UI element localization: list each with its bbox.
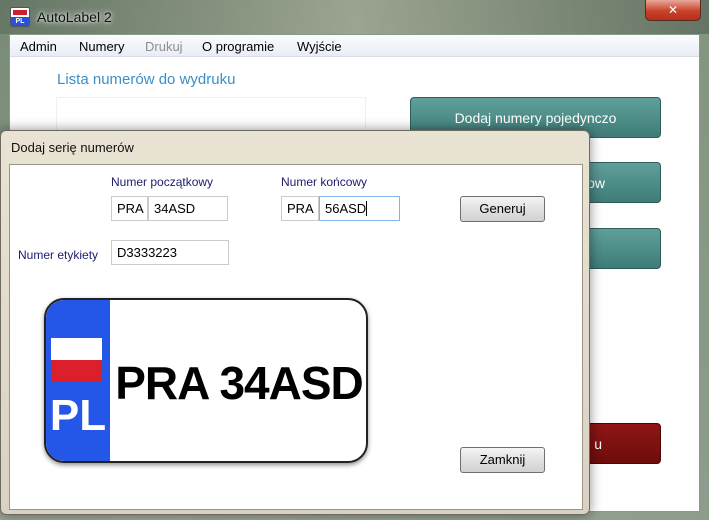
start-number-label: Numer początkowy xyxy=(111,175,214,189)
window-title: AutoLabel 2 xyxy=(37,9,112,25)
menu-drukuj[interactable]: Drukuj xyxy=(145,39,183,54)
label-number-label: Numer etykiety xyxy=(18,248,99,262)
start-prefix-field[interactable]: PRA xyxy=(111,196,148,221)
end-number-field[interactable]: 56ASD xyxy=(319,196,400,221)
plate-eu-band: PL xyxy=(46,300,110,461)
menu-wyjscie[interactable]: Wyjście xyxy=(297,39,342,54)
menu-numery[interactable]: Numery xyxy=(79,39,125,54)
start-number-field[interactable]: 34ASD xyxy=(148,196,228,221)
label-number-field[interactable]: D3333223 xyxy=(111,240,229,265)
menu-o-programie[interactable]: O programie xyxy=(202,39,274,54)
plate-country-code: PL xyxy=(49,391,107,440)
add-series-dialog: Dodaj serię numerów Numer początkowy PRA… xyxy=(0,130,590,515)
dialog-title: Dodaj serię numerów xyxy=(11,140,134,155)
title-bar[interactable]: PL AutoLabel 2 ✕ xyxy=(0,0,709,34)
license-plate-preview: PL PRA 34ASD xyxy=(44,298,368,463)
dialog-body: Numer początkowy PRA 34ASD Numer końcowy… xyxy=(9,164,583,510)
generate-button[interactable]: Generuj xyxy=(460,196,545,222)
plate-number: PRA 34ASD xyxy=(115,357,363,409)
list-heading: Lista numerów do wydruku xyxy=(57,71,236,88)
app-icon: PL xyxy=(10,7,30,27)
close-dialog-button[interactable]: Zamknij xyxy=(460,447,545,473)
end-number-label: Numer końcowy xyxy=(281,175,368,189)
end-prefix-field[interactable]: PRA xyxy=(281,196,319,221)
text-caret xyxy=(366,201,368,216)
end-number-value: 56ASD xyxy=(325,201,367,216)
close-icon[interactable]: ✕ xyxy=(645,0,701,21)
app-icon-country: PL xyxy=(11,17,29,26)
menu-admin[interactable]: Admin xyxy=(20,39,57,54)
menu-bar: Admin Numery Drukuj O programie Wyjście xyxy=(10,35,699,57)
flag-red-stripe xyxy=(13,10,27,15)
flag-white-stripe xyxy=(51,338,102,360)
flag-red-stripe xyxy=(51,360,102,382)
